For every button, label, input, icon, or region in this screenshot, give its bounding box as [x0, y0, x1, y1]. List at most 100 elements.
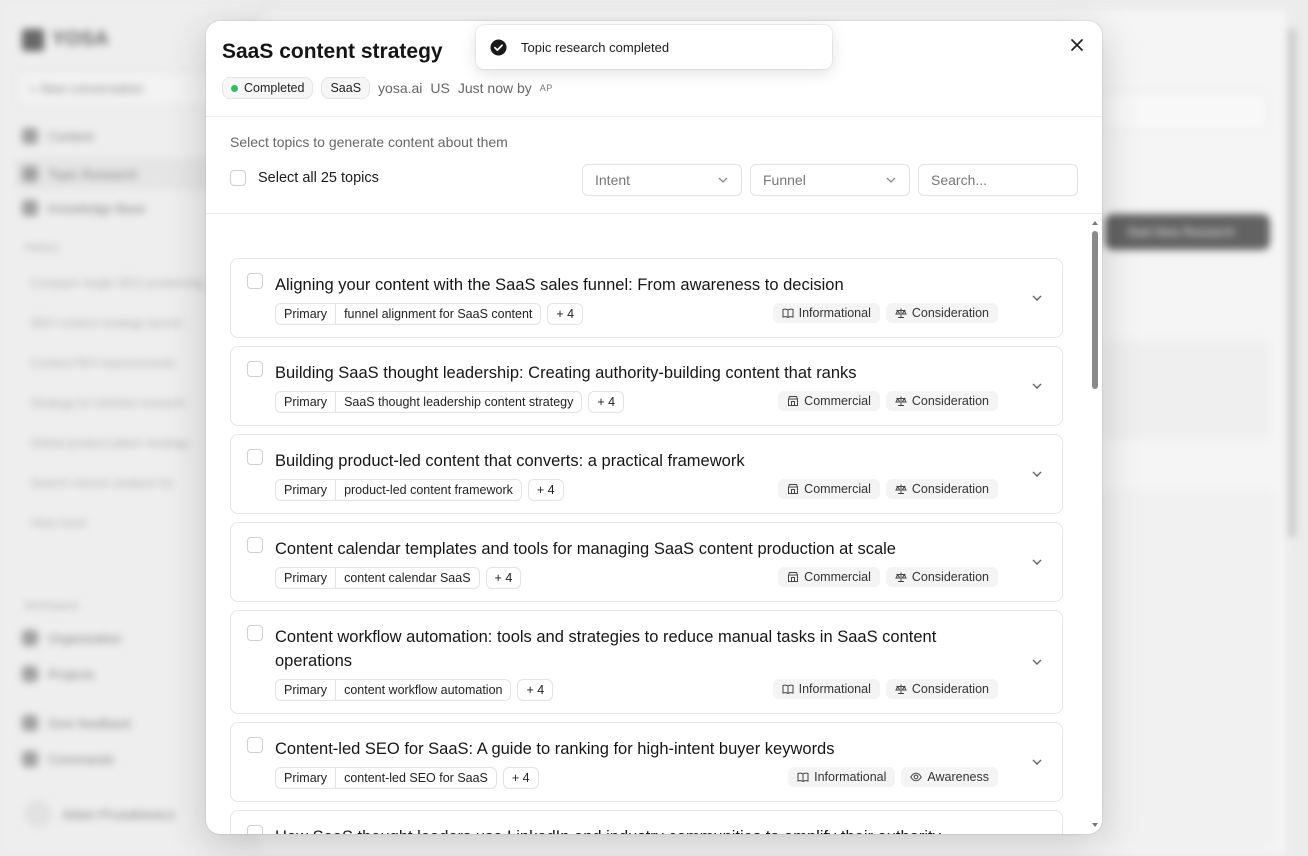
topic-checkbox[interactable]	[247, 273, 263, 289]
more-keywords-badge[interactable]: + 4	[502, 767, 539, 789]
keyword-tags: Primary SaaS thought leadership content s…	[275, 391, 625, 413]
topic-title: Content calendar templates and tools for…	[275, 540, 896, 558]
topic-checkbox[interactable]	[247, 825, 263, 834]
intent-tag: Commercial	[778, 391, 880, 411]
keyword-text: content calendar SaaS	[335, 568, 478, 588]
check-circle-icon	[490, 38, 507, 56]
intent-dropdown-label: Intent	[595, 172, 631, 188]
book-icon	[782, 684, 794, 695]
primary-keyword: Primary content workflow automation	[275, 679, 512, 701]
keyword-type: Primary	[284, 395, 328, 409]
topic-card[interactable]: How SaaS thought leaders use LinkedIn an…	[230, 810, 1063, 834]
scale-icon	[895, 572, 907, 582]
intent-label: Commercial	[804, 394, 871, 408]
chevron-down-icon	[718, 177, 728, 183]
instruction-text: Select topics to generate content about …	[230, 134, 508, 150]
search-input[interactable]	[918, 164, 1078, 196]
intent-dropdown[interactable]: Intent	[582, 164, 742, 196]
stage-tag: Consideration	[885, 391, 998, 411]
funnel-dropdown-label: Funnel	[763, 172, 806, 188]
select-all-label: Select all 25 topics	[258, 170, 379, 186]
topic-list: Aligning your content with the SaaS sale…	[206, 215, 1102, 834]
intent-tag: Informational	[772, 679, 880, 699]
topic-title: Building SaaS thought leadership: Creati…	[275, 364, 857, 382]
select-all-checkbox[interactable]	[230, 170, 246, 186]
scale-icon	[895, 308, 907, 318]
keyword-type: Primary	[284, 571, 328, 585]
close-icon[interactable]	[1068, 36, 1086, 54]
primary-keyword: Primary SaaS thought leadership content s…	[275, 391, 583, 413]
eye-icon	[910, 772, 923, 782]
topic-card[interactable]: Content workflow automation: tools and s…	[230, 610, 1063, 714]
stage-tag: Awareness	[901, 767, 998, 787]
intent-label: Commercial	[804, 482, 871, 496]
keyword-text: content-led SEO for SaaS	[335, 768, 496, 788]
intent-tag: Informational	[788, 767, 896, 787]
topic-card[interactable]: Building product-led content that conver…	[230, 434, 1063, 514]
toast-message: Topic research completed	[521, 39, 670, 55]
keyword-tags: Primary product-led content framework + 4	[275, 479, 564, 501]
scroll-thumb[interactable]	[1092, 231, 1098, 389]
stage-label: Consideration	[911, 570, 989, 584]
scale-icon	[895, 684, 907, 694]
topic-checkbox[interactable]	[247, 449, 263, 465]
more-keywords-badge[interactable]: + 4	[588, 391, 625, 413]
classification-tags: Informational Consideration	[772, 679, 998, 699]
topic-card[interactable]: Aligning your content with the SaaS sale…	[230, 258, 1063, 338]
store-icon	[788, 572, 799, 582]
topic-card[interactable]: Content calendar templates and tools for…	[230, 522, 1063, 602]
country-label: US	[430, 80, 450, 96]
chevron-down-icon[interactable]	[1030, 655, 1044, 669]
category-tag: SaaS	[321, 77, 371, 99]
more-keywords-badge[interactable]: + 4	[527, 479, 564, 501]
scale-icon	[895, 484, 907, 494]
status-badge: Completed	[222, 77, 314, 99]
stage-tag: Consideration	[885, 679, 998, 699]
stage-tag: Consideration	[885, 303, 998, 323]
intent-label: Commercial	[804, 570, 871, 584]
topic-card[interactable]: Building SaaS thought leadership: Creati…	[230, 346, 1063, 426]
intent-label: Informational	[798, 682, 871, 696]
scroll-down-icon[interactable]	[1091, 821, 1099, 829]
more-keywords-badge[interactable]: + 4	[517, 679, 554, 701]
select-all[interactable]: Select all 25 topics	[230, 170, 379, 186]
stage-label: Awareness	[927, 770, 989, 784]
keyword-type: Primary	[284, 307, 328, 321]
stage-label: Consideration	[911, 682, 989, 696]
chevron-down-icon	[886, 177, 896, 183]
more-keywords-badge[interactable]: + 4	[485, 567, 522, 589]
topic-checkbox[interactable]	[247, 625, 263, 641]
toast-notification: Topic research completed	[476, 25, 832, 69]
stage-label: Consideration	[911, 306, 989, 320]
chevron-down-icon[interactable]	[1030, 467, 1044, 481]
topic-card[interactable]: Content-led SEO for SaaS: A guide to ran…	[230, 722, 1063, 802]
keyword-text: SaaS thought leadership content strategy	[335, 392, 581, 412]
modal-meta: Completed SaaS yosa.ai US Just now by AP	[222, 77, 553, 99]
list-scrollbar[interactable]	[1090, 217, 1100, 833]
chevron-down-icon[interactable]	[1030, 291, 1044, 305]
topic-checkbox[interactable]	[247, 361, 263, 377]
more-keywords-badge[interactable]: + 4	[547, 303, 584, 325]
keyword-type: Primary	[284, 483, 328, 497]
book-icon	[797, 772, 809, 783]
primary-keyword: Primary product-led content framework	[275, 479, 522, 501]
scale-icon	[895, 396, 907, 406]
topic-title: How SaaS thought leaders use LinkedIn an…	[275, 825, 995, 834]
classification-tags: Commercial Consideration	[778, 479, 998, 499]
topic-checkbox[interactable]	[247, 537, 263, 553]
keyword-text: content workflow automation	[335, 680, 510, 700]
stage-label: Consideration	[911, 394, 989, 408]
intent-tag: Informational	[772, 303, 880, 323]
chevron-down-icon[interactable]	[1030, 555, 1044, 569]
stage-tag: Consideration	[885, 567, 998, 587]
scroll-up-icon[interactable]	[1091, 219, 1099, 227]
primary-keyword: Primary content-led SEO for SaaS	[275, 767, 497, 789]
chevron-down-icon[interactable]	[1030, 379, 1044, 393]
funnel-dropdown[interactable]: Funnel	[750, 164, 910, 196]
chevron-down-icon[interactable]	[1030, 755, 1044, 769]
topic-title: Content-led SEO for SaaS: A guide to ran…	[275, 740, 835, 758]
topic-checkbox[interactable]	[247, 737, 263, 753]
classification-tags: Informational Consideration	[772, 303, 998, 323]
classification-tags: Commercial Consideration	[778, 567, 998, 587]
status-label: Completed	[244, 81, 305, 95]
